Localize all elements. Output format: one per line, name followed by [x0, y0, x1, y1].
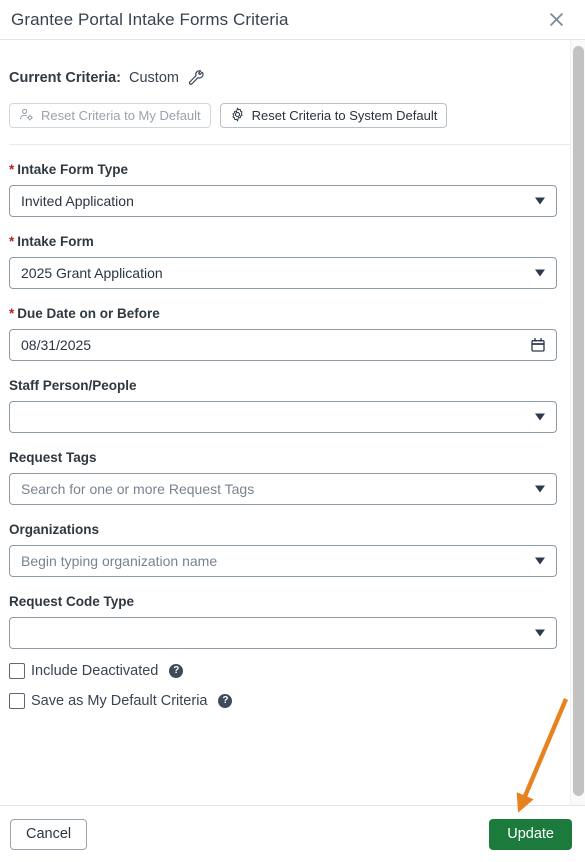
update-button[interactable]: Update — [489, 818, 572, 850]
include-deactivated-label: Include Deactivated — [31, 663, 159, 679]
chevron-down-icon — [535, 269, 545, 277]
chevron-down-icon — [535, 197, 545, 205]
required-marker: * — [9, 234, 15, 249]
staff-person-select[interactable] — [9, 401, 557, 433]
save-default-row: Save as My Default Criteria ? — [9, 693, 574, 709]
request-tags-placeholder: Search for one or more Request Tags — [21, 481, 255, 497]
required-marker: * — [9, 306, 15, 321]
calendar-icon[interactable] — [530, 337, 546, 353]
include-deactivated-checkbox[interactable] — [9, 663, 25, 679]
divider — [9, 144, 574, 145]
dialog-body: Current Criteria: Custom Reset Criteria … — [0, 40, 585, 805]
organizations-select[interactable]: Begin typing organization name — [9, 545, 557, 577]
reset-my-default-label: Reset Criteria to My Default — [41, 108, 201, 123]
chevron-down-icon — [535, 557, 545, 565]
current-criteria-label: Current Criteria: — [9, 70, 121, 86]
cancel-button[interactable]: Cancel — [10, 818, 88, 850]
reset-system-default-label: Reset Criteria to System Default — [251, 108, 438, 123]
field-due-date: * Due Date on or Before 08/31/2025 — [9, 306, 574, 361]
request-tags-select[interactable]: Search for one or more Request Tags — [9, 473, 557, 505]
scrollbar[interactable] — [570, 40, 585, 805]
due-date-value: 08/31/2025 — [21, 337, 92, 353]
staff-person-label: Staff Person/People — [9, 378, 137, 393]
criteria-dialog: Grantee Portal Intake Forms Criteria Cur… — [0, 0, 585, 862]
intake-form-value: 2025 Grant Application — [21, 265, 163, 281]
organizations-label: Organizations — [9, 522, 100, 537]
reset-buttons-row: Reset Criteria to My Default Reset Crite… — [9, 103, 574, 128]
save-default-label: Save as My Default Criteria — [31, 693, 208, 709]
gear-icon — [230, 107, 245, 125]
reset-criteria-my-default-button[interactable]: Reset Criteria to My Default — [9, 103, 211, 128]
chevron-down-icon — [535, 629, 545, 637]
help-icon[interactable]: ? — [218, 694, 233, 708]
request-code-type-select[interactable] — [9, 617, 557, 649]
page-title: Grantee Portal Intake Forms Criteria — [11, 9, 289, 29]
field-intake-form: * Intake Form 2025 Grant Application — [9, 234, 574, 289]
field-request-tags: Request Tags Search for one or more Requ… — [9, 450, 574, 505]
user-gear-icon — [19, 107, 34, 125]
field-staff-person: Staff Person/People — [9, 378, 574, 433]
field-organizations: Organizations Begin typing organization … — [9, 522, 574, 577]
include-deactivated-row: Include Deactivated ? — [9, 663, 574, 679]
wrench-icon[interactable] — [188, 69, 205, 87]
current-criteria-row: Current Criteria: Custom — [9, 67, 574, 89]
help-icon[interactable]: ? — [169, 664, 184, 678]
field-intake-form-type: * Intake Form Type Invited Application — [9, 162, 574, 217]
scrollbar-thumb[interactable] — [573, 46, 584, 796]
save-default-checkbox[interactable] — [9, 693, 25, 709]
request-tags-label: Request Tags — [9, 450, 97, 465]
intake-form-type-value: Invited Application — [21, 193, 134, 209]
intake-form-type-label: * Intake Form Type — [9, 162, 129, 177]
field-request-code-type: Request Code Type — [9, 594, 574, 649]
dialog-footer: Cancel Update — [0, 805, 585, 862]
reset-criteria-system-default-button[interactable]: Reset Criteria to System Default — [219, 103, 448, 128]
dialog-header: Grantee Portal Intake Forms Criteria — [0, 0, 585, 40]
chevron-down-icon — [535, 413, 545, 421]
intake-form-label: * Intake Form — [9, 234, 94, 249]
request-code-type-label: Request Code Type — [9, 594, 135, 609]
intake-form-select[interactable]: 2025 Grant Application — [9, 257, 557, 289]
due-date-input[interactable]: 08/31/2025 — [9, 329, 557, 361]
current-criteria-value: Custom — [129, 70, 179, 86]
required-marker: * — [9, 162, 15, 177]
chevron-down-icon — [535, 485, 545, 493]
due-date-label: * Due Date on or Before — [9, 306, 160, 321]
close-icon[interactable] — [543, 7, 569, 33]
intake-form-type-select[interactable]: Invited Application — [9, 185, 557, 217]
organizations-placeholder: Begin typing organization name — [21, 553, 218, 569]
